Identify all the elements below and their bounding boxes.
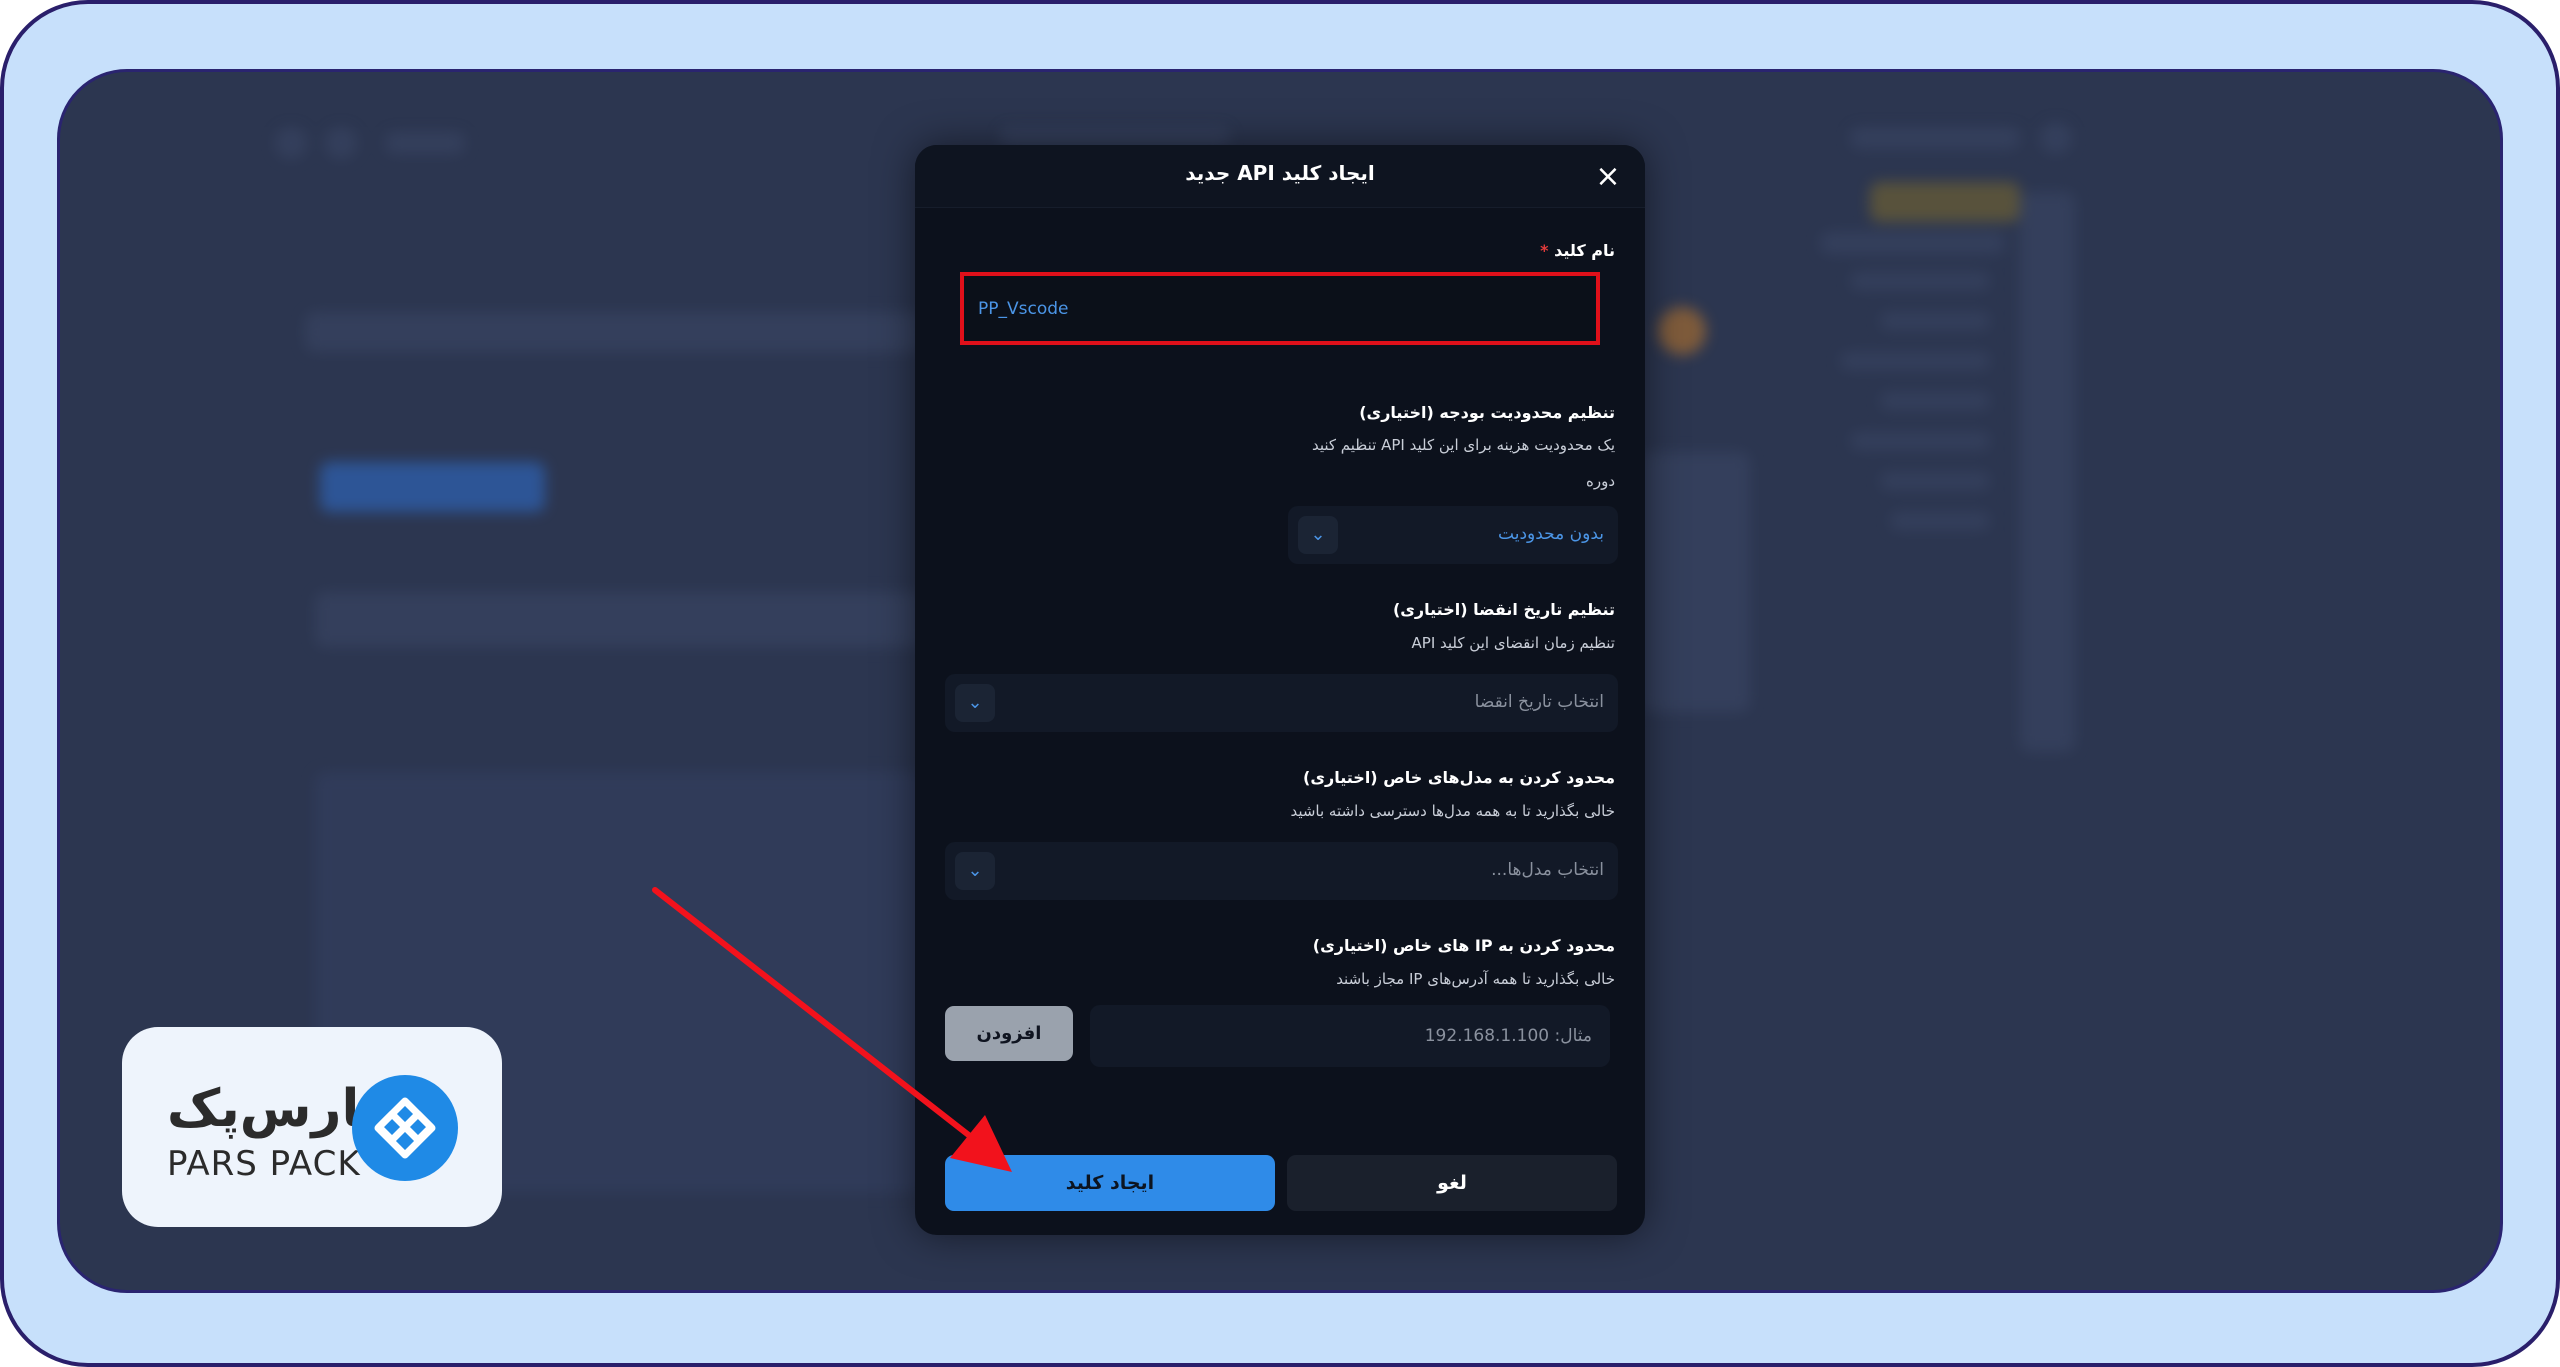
ips-hint: خالی بگذارید تا همه آدرس‌های IP مجاز باش… (1336, 970, 1615, 988)
chevron-down-icon: ⌄ (955, 684, 995, 722)
chevron-down-icon: ⌄ (955, 852, 995, 890)
expiry-date-placeholder: انتخاب تاریخ انقضا (1474, 692, 1604, 712)
create-api-key-modal: ایجاد کلید API جدید × نام کلید * تنظیم م… (915, 145, 1645, 1235)
budget-hint: یک محدودیت هزینه برای این کلید API تنظیم… (1311, 436, 1615, 454)
key-name-input[interactable] (960, 272, 1600, 345)
close-icon[interactable]: × (1593, 162, 1623, 193)
expiry-title: تنظیم تاریخ انقضا (اختیاری) (1392, 600, 1615, 619)
expiry-hint: تنظیم زمان انقضای این کلید API (1411, 634, 1615, 652)
modal-title: ایجاد کلید API جدید (1185, 161, 1375, 185)
create-key-button[interactable]: ایجاد کلید (945, 1155, 1275, 1211)
parspack-logo-icon (352, 1075, 458, 1181)
ip-address-input[interactable] (1090, 1005, 1610, 1067)
parspack-logo-card: پارس‌پک PARS PACK (122, 1027, 502, 1227)
models-hint: خالی بگذارید تا به همه مدل‌ها دسترسی داش… (1290, 802, 1615, 820)
budget-period-value: بدون محدودیت (1498, 524, 1604, 544)
budget-period-select[interactable]: بدون محدودیت ⌄ (1288, 506, 1618, 564)
logo-text-en: PARS PACK (167, 1144, 361, 1184)
models-select[interactable]: انتخاب مدل‌ها... ⌄ (945, 842, 1618, 900)
budget-period-label: دوره (1585, 472, 1615, 490)
models-placeholder: انتخاب مدل‌ها... (1491, 860, 1604, 880)
modal-header: ایجاد کلید API جدید × (915, 145, 1645, 208)
logo-text-fa: پارس‌پک (167, 1079, 381, 1139)
cancel-button[interactable]: لغو (1287, 1155, 1617, 1211)
budget-title: تنظیم محدودیت بودجه (اختیاری) (1359, 403, 1615, 422)
expiry-date-select[interactable]: انتخاب تاریخ انقضا ⌄ (945, 674, 1618, 732)
add-ip-button[interactable]: افزودن (945, 1006, 1073, 1061)
key-name-label: نام کلید * (1540, 241, 1615, 260)
key-name-label-text: نام کلید (1554, 241, 1615, 260)
chevron-down-icon: ⌄ (1298, 516, 1338, 554)
models-title: محدود کردن به مدل‌های خاص (اختیاری) (1303, 768, 1615, 787)
required-mark: * (1540, 241, 1549, 260)
ips-title: محدود کردن به IP های خاص (اختیاری) (1312, 936, 1615, 955)
